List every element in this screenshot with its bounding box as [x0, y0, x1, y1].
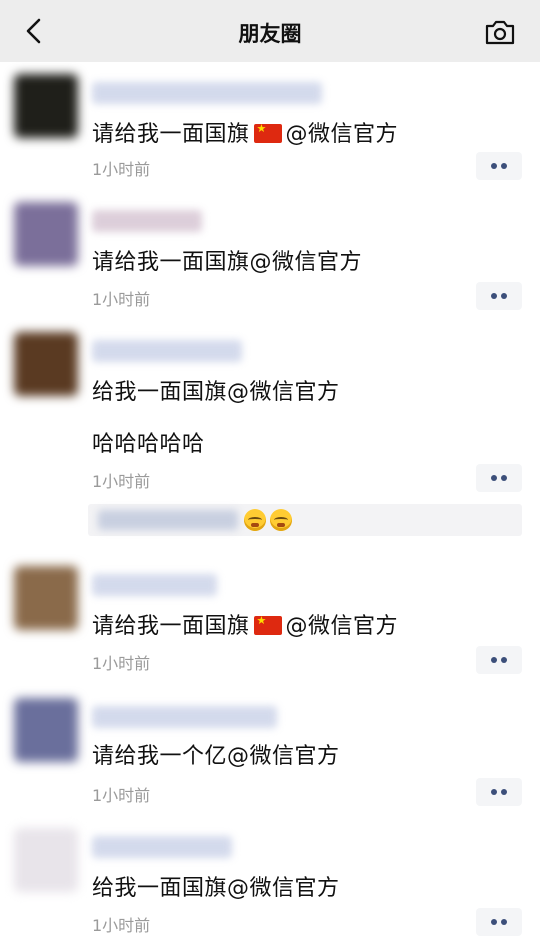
more-button[interactable]	[476, 908, 522, 936]
user-name-blurred[interactable]	[92, 210, 202, 232]
post-text-body: 请给我一面国旗	[92, 250, 250, 275]
avatar[interactable]	[14, 698, 78, 762]
liker-names-blurred[interactable]	[98, 510, 238, 530]
user-name-blurred[interactable]	[92, 836, 232, 858]
more-dots-icon	[491, 163, 497, 169]
post-text-body: 给我一面国旗	[92, 876, 228, 901]
avatar[interactable]	[14, 566, 78, 630]
user-name-blurred[interactable]	[92, 574, 217, 596]
emoji-face-icon	[244, 509, 266, 531]
post-text: 给我一面国旗@微信官方	[92, 870, 340, 902]
post-time: 1小时前	[92, 472, 151, 491]
more-button[interactable]	[476, 152, 522, 180]
post-text: 请给我一面国旗 @微信官方	[92, 116, 398, 148]
page-title: 朋友圈	[238, 22, 302, 46]
post-time: 1小时前	[92, 786, 151, 805]
post-time: 1小时前	[92, 916, 151, 935]
post-time: 1小时前	[92, 160, 151, 179]
china-flag-emoji	[253, 122, 282, 143]
post-mention[interactable]: @微信官方	[227, 876, 340, 901]
nav-bar: 朋友圈	[0, 0, 540, 62]
china-flag-emoji	[253, 614, 282, 635]
more-button[interactable]	[476, 464, 522, 492]
more-button[interactable]	[476, 646, 522, 674]
post-text: 请给我一面国旗 @微信官方	[92, 608, 398, 640]
avatar[interactable]	[14, 828, 78, 892]
post-mention[interactable]: @微信官方	[286, 122, 399, 147]
avatar[interactable]	[14, 74, 78, 138]
more-dots-icon	[491, 293, 497, 299]
moment-post: 请给我一面国旗 @微信官方 1小时前	[0, 554, 540, 687]
more-dots-icon	[491, 789, 497, 795]
more-button[interactable]	[476, 778, 522, 806]
moment-post: 请给我一个亿@微信官方 1小时前	[0, 686, 540, 817]
moment-post: 请给我一面国旗 @微信官方 1小时前	[0, 62, 540, 191]
post-mention[interactable]: @微信官方	[250, 250, 363, 275]
post-mention[interactable]: @微信官方	[227, 744, 340, 769]
post-text: 请给我一面国旗@微信官方	[92, 244, 362, 276]
user-name-blurred[interactable]	[92, 82, 322, 104]
post-time: 1小时前	[92, 654, 151, 673]
user-name-blurred[interactable]	[92, 340, 242, 362]
more-dots-icon	[491, 919, 497, 925]
post-text-extra: 哈哈哈哈哈	[92, 432, 205, 457]
post-text-body: 请给我一面国旗	[92, 614, 250, 639]
more-button[interactable]	[476, 282, 522, 310]
more-dots-icon	[491, 657, 497, 663]
post-text-body: 给我一面国旗	[92, 380, 228, 405]
post-text-body: 请给我一面国旗	[92, 122, 250, 147]
post-time: 1小时前	[92, 290, 151, 309]
avatar[interactable]	[14, 332, 78, 396]
moment-post: 给我一面国旗@微信官方 1小时前	[0, 816, 540, 943]
likes-bar	[88, 504, 522, 536]
camera-icon[interactable]	[484, 18, 516, 46]
user-name-blurred[interactable]	[92, 706, 277, 728]
more-dots-icon	[491, 475, 497, 481]
post-text: 请给我一个亿@微信官方	[92, 738, 340, 770]
post-text-body: 请给我一个亿	[92, 744, 228, 769]
moment-post: 给我一面国旗@微信官方 哈哈哈哈哈 1小时前	[0, 320, 540, 555]
post-mention[interactable]: @微信官方	[227, 380, 340, 405]
avatar[interactable]	[14, 202, 78, 266]
post-text: 给我一面国旗@微信官方	[92, 374, 340, 406]
moment-post: 请给我一面国旗@微信官方 1小时前	[0, 190, 540, 321]
emoji-face-icon	[270, 509, 292, 531]
post-mention[interactable]: @微信官方	[286, 614, 399, 639]
